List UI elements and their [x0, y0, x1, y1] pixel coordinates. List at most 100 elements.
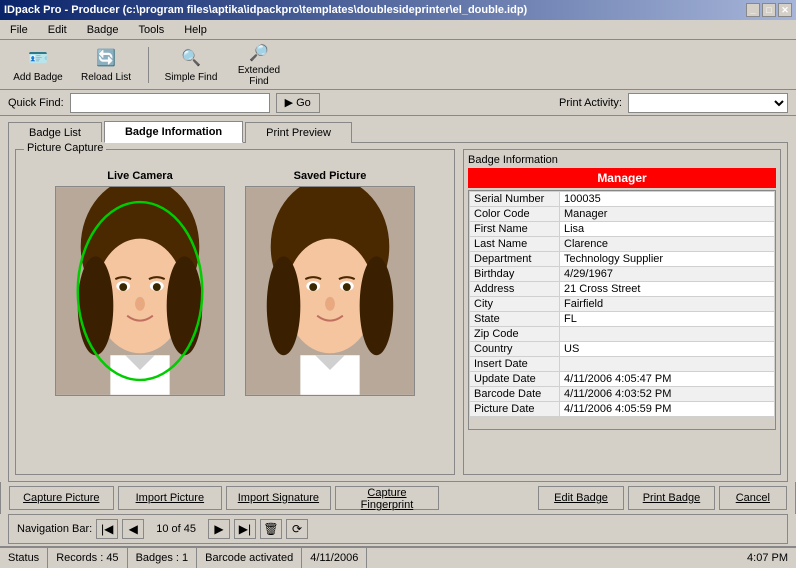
minimize-button[interactable]: _	[746, 3, 760, 17]
quickfind-bar: Quick Find: ▶ Go Print Activity:	[0, 90, 796, 116]
navigation-bar: Navigation Bar: |◀ ◀ 10 of 45 ▶ ▶| 🗑 ⟳	[8, 514, 788, 544]
badge-field-value: 4/11/2006 4:05:47 PM	[560, 372, 775, 387]
status-barcode: Barcode activated	[197, 548, 302, 568]
nav-prev-button[interactable]: ◀	[122, 519, 144, 539]
extended-find-button[interactable]: 🔎 Extended Find	[229, 44, 289, 86]
import-picture-button[interactable]: Import Picture	[118, 486, 223, 510]
import-signature-button[interactable]: Import Signature	[226, 486, 331, 510]
print-activity-label: Print Activity:	[559, 97, 622, 109]
action-buttons-bar: Capture Picture Import Picture Import Si…	[0, 482, 796, 514]
menu-badge[interactable]: Badge	[81, 22, 125, 38]
nav-first-button[interactable]: |◀	[96, 519, 118, 539]
badge-info-row: CountryUS	[470, 342, 775, 357]
badge-info-row: StateFL	[470, 312, 775, 327]
toolbar-separator	[148, 47, 149, 83]
print-activity-select[interactable]	[628, 93, 788, 113]
badge-field-label: Country	[470, 342, 560, 357]
status-date: 4/11/2006	[302, 548, 367, 568]
maximize-button[interactable]: □	[762, 3, 776, 17]
badge-info-row: First NameLisa	[470, 222, 775, 237]
simple-find-button[interactable]: 🔍 Simple Find	[161, 44, 221, 86]
nav-delete-button[interactable]: 🗑	[260, 519, 282, 539]
capture-fingerprint-button[interactable]: Capture Fingerprint	[335, 486, 440, 510]
simple-find-icon: 🔍	[179, 46, 203, 70]
badge-field-label: Picture Date	[470, 402, 560, 417]
window-title: IDpack Pro - Producer (c:\program files\…	[4, 4, 527, 16]
badge-field-label: Barcode Date	[470, 387, 560, 402]
tabs-bar: Badge List Badge Information Print Previ…	[0, 116, 796, 142]
badge-field-value: Lisa	[560, 222, 775, 237]
tab-print-preview[interactable]: Print Preview	[245, 122, 352, 143]
badge-info-row: Update Date4/11/2006 4:05:47 PM	[470, 372, 775, 387]
status-badges: Badges : 1	[128, 548, 198, 568]
badge-field-label: Department	[470, 252, 560, 267]
badge-info-row: Zip Code	[470, 327, 775, 342]
badge-field-label: Zip Code	[470, 327, 560, 342]
badge-info-row: DepartmentTechnology Supplier	[470, 252, 775, 267]
badge-info-section-title: Badge Information	[468, 154, 776, 166]
picture-capture-panel: Picture Capture Live Camera	[15, 149, 455, 475]
status-bar: Status Records : 45 Badges : 1 Barcode a…	[0, 546, 796, 568]
badge-info-row: Birthday4/29/1967	[470, 267, 775, 282]
nav-last-button[interactable]: ▶|	[234, 519, 256, 539]
badge-field-label: Birthday	[470, 267, 560, 282]
saved-picture-image	[246, 187, 414, 395]
badge-field-value: Manager	[560, 207, 775, 222]
badge-field-value: 4/11/2006 4:05:59 PM	[560, 402, 775, 417]
badge-info-row: Insert Date	[470, 357, 775, 372]
badge-field-label: Address	[470, 282, 560, 297]
picture-columns: Live Camera	[20, 154, 450, 400]
badge-info-row: Serial Number100035	[470, 192, 775, 207]
badge-field-label: City	[470, 297, 560, 312]
tab-badge-information[interactable]: Badge Information	[104, 121, 243, 143]
nav-bar-label: Navigation Bar:	[17, 523, 92, 535]
quickfind-input[interactable]	[70, 93, 270, 113]
reload-list-button[interactable]: 🔄 Reload List	[76, 44, 136, 86]
badge-field-value: 4/11/2006 4:03:52 PM	[560, 387, 775, 402]
badge-field-label: Insert Date	[470, 357, 560, 372]
nav-refresh-button[interactable]: ⟳	[286, 519, 308, 539]
badge-field-value	[560, 357, 775, 372]
live-camera-col: Live Camera	[55, 170, 225, 396]
badge-field-value: FL	[560, 312, 775, 327]
close-button[interactable]: ✕	[778, 3, 792, 17]
print-badge-button[interactable]: Print Badge	[628, 486, 714, 510]
menu-help[interactable]: Help	[178, 22, 213, 38]
add-badge-button[interactable]: 🪪 Add Badge	[8, 44, 68, 86]
badge-info-table: Serial Number100035Color CodeManagerFirs…	[469, 191, 775, 417]
nav-next-button[interactable]: ▶	[208, 519, 230, 539]
badge-field-value: 21 Cross Street	[560, 282, 775, 297]
badge-field-value	[560, 327, 775, 342]
live-camera-image	[56, 187, 224, 395]
badge-field-value: 100035	[560, 192, 775, 207]
window-controls: _ □ ✕	[746, 3, 792, 17]
badge-field-value: US	[560, 342, 775, 357]
badge-field-value: Fairfield	[560, 297, 775, 312]
go-arrow-icon: ▶	[285, 96, 293, 109]
menu-bar: File Edit Badge Tools Help	[0, 20, 796, 40]
badge-role-header: Manager	[468, 168, 776, 188]
go-button[interactable]: ▶ Go	[276, 93, 320, 113]
capture-picture-button[interactable]: Capture Picture	[9, 486, 114, 510]
badge-field-label: Serial Number	[470, 192, 560, 207]
badge-info-row: CityFairfield	[470, 297, 775, 312]
badge-info-row: Picture Date4/11/2006 4:05:59 PM	[470, 402, 775, 417]
badge-field-label: State	[470, 312, 560, 327]
reload-icon: 🔄	[94, 46, 118, 70]
edit-badge-button[interactable]: Edit Badge	[538, 486, 624, 510]
nav-count: 10 of 45	[148, 523, 204, 535]
menu-edit[interactable]: Edit	[42, 22, 73, 38]
menu-file[interactable]: File	[4, 22, 34, 38]
badge-field-label: Color Code	[470, 207, 560, 222]
title-bar: IDpack Pro - Producer (c:\program files\…	[0, 0, 796, 20]
saved-picture-label: Saved Picture	[294, 170, 367, 182]
menu-tools[interactable]: Tools	[133, 22, 171, 38]
badge-field-value: Technology Supplier	[560, 252, 775, 267]
status-status: Status	[0, 548, 48, 568]
badge-info-scroll[interactable]: Serial Number100035Color CodeManagerFirs…	[468, 190, 776, 430]
badge-field-value: 4/29/1967	[560, 267, 775, 282]
main-content: Picture Capture Live Camera	[8, 142, 788, 482]
live-camera-frame	[55, 186, 225, 396]
tab-badge-list[interactable]: Badge List	[8, 122, 102, 143]
cancel-button[interactable]: Cancel	[719, 486, 787, 510]
